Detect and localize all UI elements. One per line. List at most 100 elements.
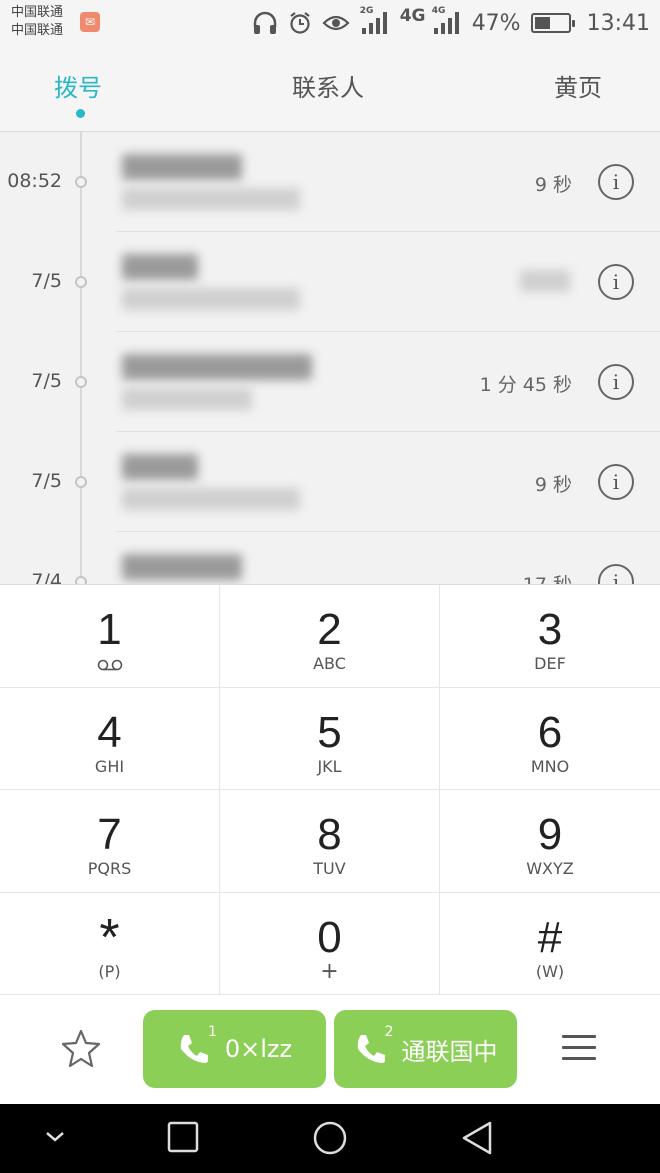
timeline-node — [75, 576, 87, 584]
call-log-row[interactable]: 7/4 17 秒 i — [0, 532, 660, 584]
tab-dialer[interactable]: 拨号 — [54, 68, 102, 103]
battery-percent: 47% — [471, 10, 521, 36]
key-letters: + — [320, 958, 339, 984]
call-log-row[interactable]: 7/5 i — [0, 232, 660, 332]
key-2[interactable]: 2 ABC — [220, 585, 440, 688]
star-icon[interactable] — [60, 1027, 102, 1069]
call-sim2-button[interactable]: 2 通联国中 — [334, 1010, 517, 1088]
info-button[interactable]: i — [598, 364, 634, 400]
key-digit: 7 — [97, 810, 122, 859]
key-star[interactable]: * (P) — [0, 892, 220, 995]
timeline-node — [75, 476, 87, 488]
eye-icon — [322, 15, 350, 31]
key-letters: (W) — [535, 961, 565, 981]
timeline-node — [75, 376, 87, 388]
key-letters: (P) — [98, 961, 121, 981]
key-3[interactable]: 3 DEF — [440, 585, 660, 688]
tab-yellow-pages[interactable]: 黄页 — [554, 68, 602, 103]
info-button[interactable]: i — [598, 164, 634, 200]
status-bar: 中国联通 中国联通 ✉ 2G 4G 4G 47% 13:41 — [0, 0, 660, 46]
key-digit: 5 — [317, 707, 342, 757]
menu-icon[interactable] — [562, 1035, 596, 1063]
signal-2g: 2G — [360, 6, 390, 36]
redacted-contact-name — [122, 554, 242, 580]
key-9[interactable]: 9 WXYZ — [440, 790, 660, 893]
key-letters: TUV — [313, 859, 346, 878]
call-sim1-label: 0×lzz — [224, 1035, 293, 1063]
key-1[interactable]: 1 — [0, 585, 220, 688]
call-time: 7/5 — [31, 270, 62, 292]
home-icon[interactable] — [312, 1120, 348, 1156]
call-duration: 9 秒 — [534, 174, 572, 196]
active-tab-indicator — [76, 109, 85, 118]
key-digit: 1 — [97, 605, 122, 654]
recent-apps-icon[interactable] — [166, 1120, 200, 1154]
call-log-row[interactable]: 08:52 9 秒 i — [0, 132, 660, 232]
key-7[interactable]: 7 PQRS — [0, 790, 220, 893]
key-8[interactable]: 8 TUV — [220, 790, 440, 893]
signal-icon — [433, 12, 459, 34]
carrier-labels: 中国联通 中国联通 — [11, 4, 63, 40]
sim-number: 1 — [207, 1024, 217, 1040]
call-duration: 17 秒 — [523, 570, 572, 584]
key-letters: ABC — [313, 654, 346, 673]
call-duration: 1 分 45 秒 — [479, 374, 572, 396]
key-hash[interactable]: # (W) — [440, 893, 660, 996]
key-letters: DEF — [534, 654, 566, 673]
call-time: 08:52 — [7, 170, 62, 192]
key-letters: WXYZ — [526, 859, 574, 878]
key-digit: 4 — [97, 707, 122, 757]
sim2-indicator: 2 — [354, 1024, 394, 1066]
call-time: 7/5 — [31, 470, 62, 492]
dialer-action-bar: 1 0×lzz 2 通联国中 — [0, 994, 660, 1104]
redacted-contact-name — [122, 354, 312, 380]
key-digit: 0 — [317, 912, 342, 962]
key-4[interactable]: 4 GHI — [0, 687, 220, 790]
phone-icon — [357, 1035, 385, 1063]
status-icons: 2G 4G 4G 47% 13:41 — [252, 6, 650, 40]
redacted-contact-name — [122, 254, 198, 280]
back-icon[interactable] — [460, 1120, 494, 1156]
clock: 13:41 — [586, 10, 650, 36]
key-0[interactable]: 0 + — [220, 892, 440, 995]
sim-number: 2 — [384, 1024, 394, 1040]
timeline-node — [75, 276, 87, 288]
tab-contacts[interactable]: 联系人 — [292, 68, 364, 103]
tab-bar: 拨号 联系人 黄页 — [0, 46, 660, 132]
call-duration: 9 秒 — [534, 474, 572, 496]
call-sim2-label: 通联国中 — [401, 1037, 498, 1066]
carrier-2: 中国联通 — [11, 23, 64, 38]
phone-icon — [180, 1035, 208, 1063]
redacted-contact-detail — [122, 388, 252, 410]
key-letters: PQRS — [87, 859, 132, 878]
call-log-row[interactable]: 7/5 1 分 45 秒 i — [0, 332, 660, 432]
key-digit: 3 — [537, 605, 563, 654]
redacted-contact-name — [122, 154, 242, 180]
navigation-bar — [0, 1104, 660, 1173]
call-log[interactable]: 08:52 9 秒 i 7/5 i 7/5 1 分 45 秒 i 7/5 9 秒… — [0, 132, 660, 584]
redacted-contact-name — [122, 454, 198, 480]
signal-icon — [361, 12, 387, 34]
info-button[interactable]: i — [598, 464, 634, 500]
call-sim1-button[interactable]: 1 0×lzz — [143, 1010, 326, 1088]
network-4g: 4G — [400, 6, 426, 38]
key-digit: 2 — [317, 605, 342, 654]
dial-keypad: 1 2 ABC 3 DEF 4 GHI 5 JKL 6 MNO 7 PQRS 8… — [0, 584, 660, 996]
key-6[interactable]: 6 MNO — [440, 688, 660, 790]
key-5[interactable]: 5 JKL — [220, 687, 440, 790]
call-log-row[interactable]: 7/5 9 秒 i — [0, 432, 660, 532]
battery-level — [534, 17, 550, 29]
key-digit: * — [99, 908, 120, 967]
call-time: 7/5 — [31, 370, 62, 392]
call-time: 7/4 — [31, 570, 62, 584]
battery-icon — [530, 13, 575, 33]
key-digit: 6 — [537, 707, 563, 757]
carrier-1: 中国联通 — [11, 5, 64, 20]
notification-app-icon: ✉ — [80, 12, 100, 32]
key-letters: MNO — [530, 756, 570, 776]
info-button[interactable]: i — [598, 264, 634, 300]
network-4g-label: 4G — [399, 6, 426, 26]
info-button[interactable]: i — [598, 564, 634, 584]
key-letters: JKL — [317, 756, 342, 776]
chevron-down-icon[interactable] — [44, 1130, 66, 1144]
